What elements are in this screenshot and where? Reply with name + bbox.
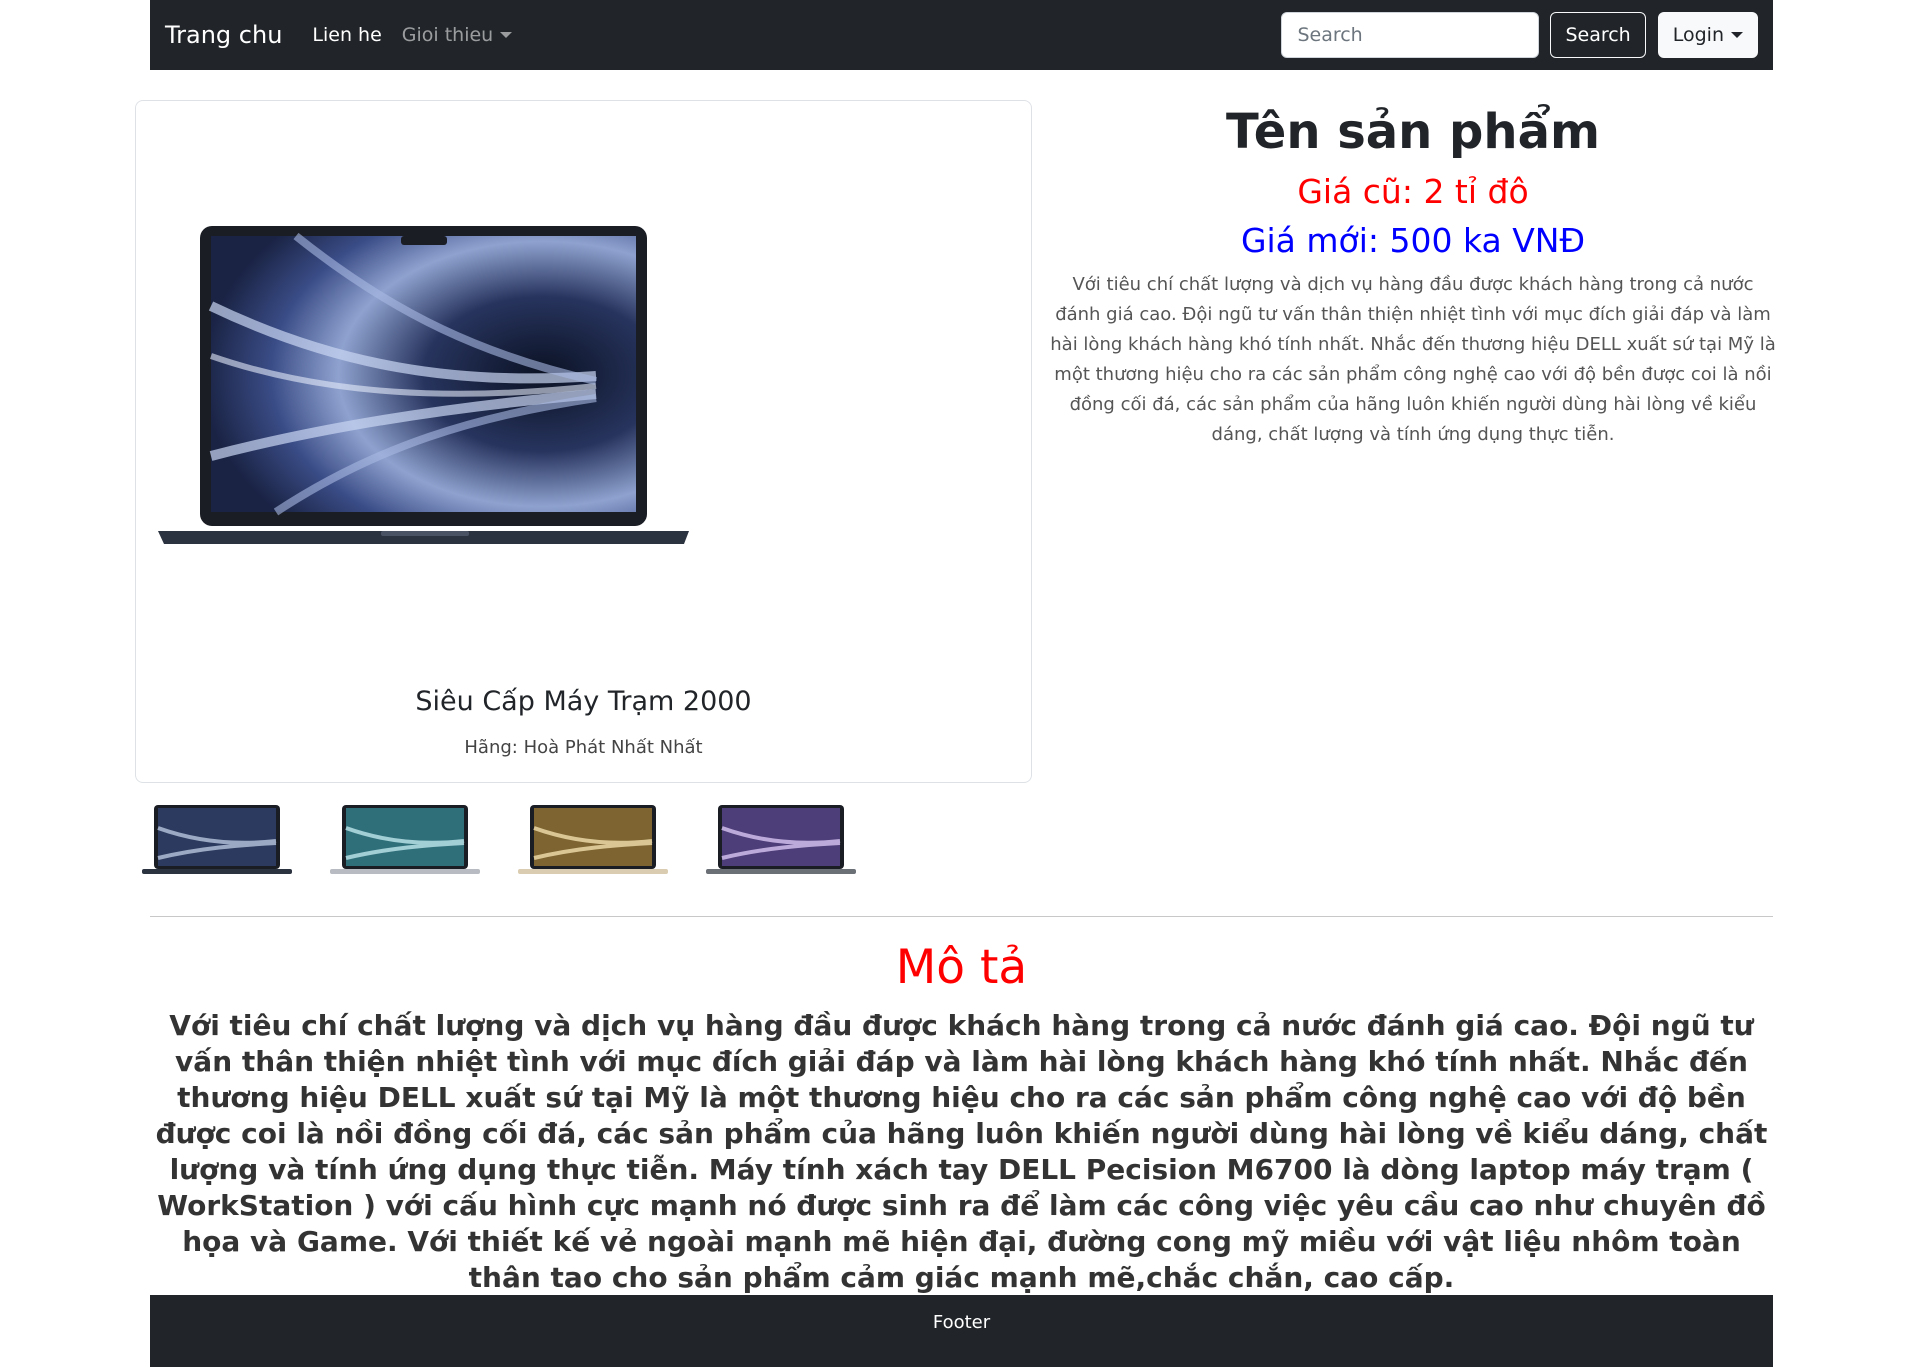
product-image: [158, 226, 689, 544]
product-card: Siêu Cấp Máy Trạm 2000 Hãng: Hoà Phát Nh…: [135, 100, 1032, 783]
footer-label: Footer: [932, 1312, 991, 1333]
short-description: Với tiêu chí chất lượng và dịch vụ hàng …: [1050, 274, 1776, 445]
thumbnail-midnight[interactable]: [140, 803, 294, 877]
product-info: Tên sản phẩm Giá cũ: 2 tỉ đô Giá mới: 50…: [1046, 100, 1780, 450]
nav-right-group: Search Login: [1281, 12, 1758, 58]
chevron-down-icon: [1731, 32, 1743, 38]
thumbnail-silver[interactable]: [328, 803, 482, 877]
nav-dropdown-gioi-thieu[interactable]: Gioi thieu: [401, 24, 513, 46]
card-title: Siêu Cấp Máy Trạm 2000: [415, 686, 752, 717]
search-button[interactable]: Search: [1550, 12, 1646, 58]
nav-dropdown-label: Gioi thieu: [401, 24, 494, 46]
old-price: Giá cũ: 2 tỉ đô: [1297, 172, 1529, 211]
description-body: Với tiêu chí chất lượng và dịch vụ hàng …: [155, 1009, 1768, 1294]
brand-link[interactable]: Trang chu: [165, 21, 282, 49]
footer: Footer: [150, 1295, 1773, 1367]
chevron-down-icon: [500, 32, 513, 38]
login-label: Login: [1672, 24, 1724, 46]
login-dropdown-button[interactable]: Login: [1657, 12, 1758, 58]
thumbnail-list: [140, 803, 892, 877]
new-price: Giá mới: 500 ka VNĐ: [1240, 221, 1586, 260]
divider: [150, 916, 1773, 917]
card-brand: Hãng: Hoà Phát Nhất Nhất: [464, 737, 703, 758]
thumbnail-starlight[interactable]: [516, 803, 670, 877]
product-name: Tên sản phẩm: [1226, 104, 1600, 160]
thumbnail-space-gray[interactable]: [704, 803, 858, 877]
navbar: Trang chu Lien he Gioi thieu Search Logi…: [150, 0, 1773, 70]
search-input[interactable]: [1281, 12, 1540, 58]
nav-link-lien-he[interactable]: Lien he: [312, 24, 381, 46]
description-title: Mô tả: [895, 940, 1028, 995]
